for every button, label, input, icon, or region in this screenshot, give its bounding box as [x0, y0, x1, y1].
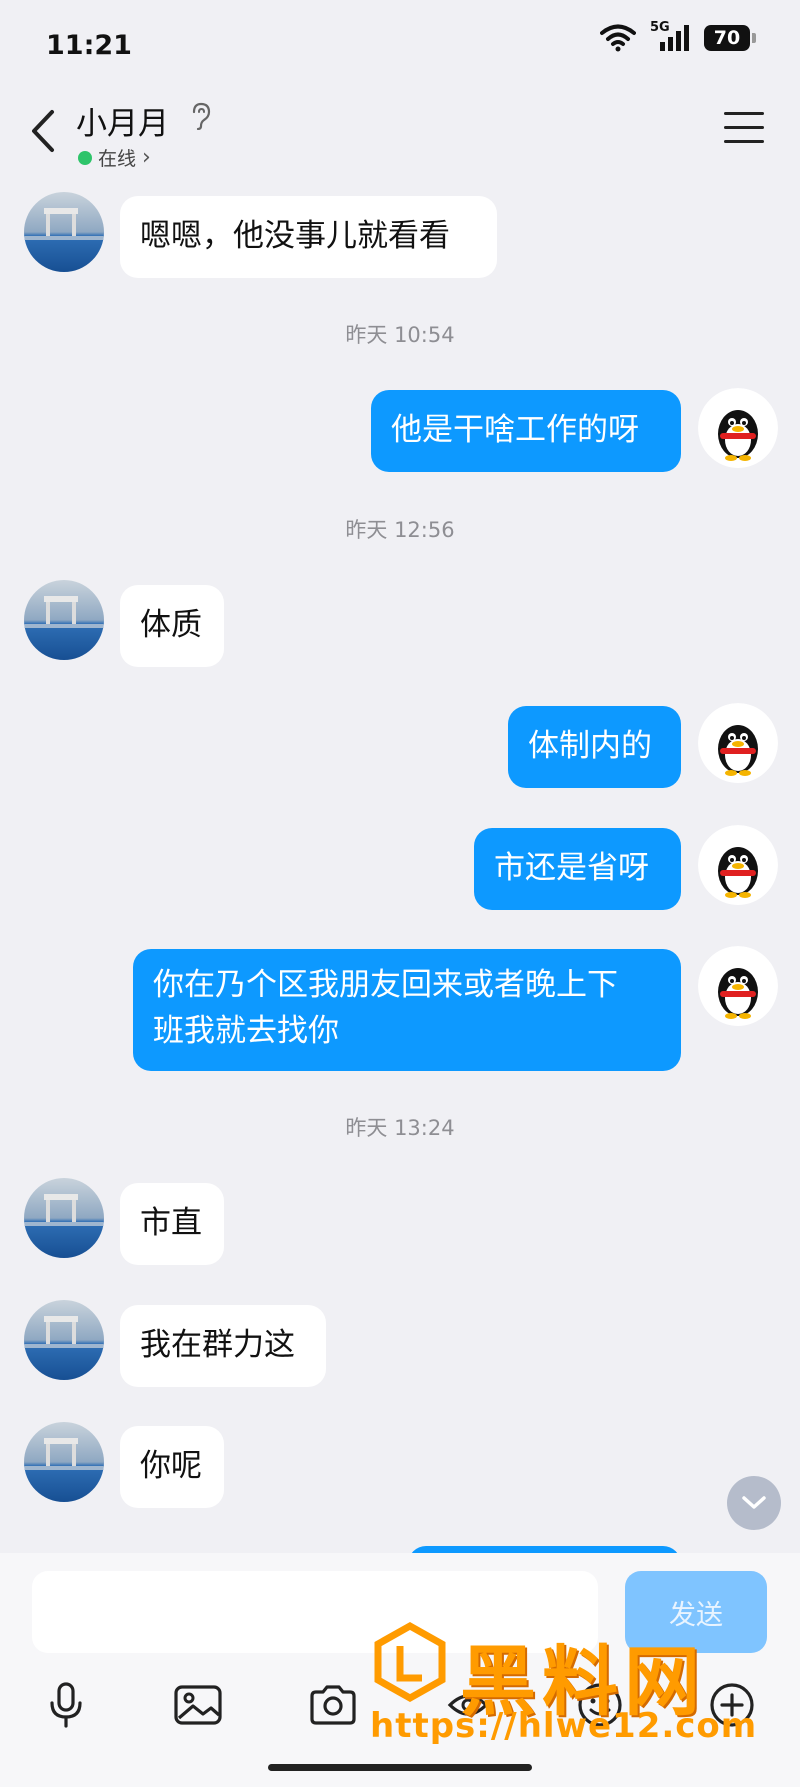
home-indicator — [268, 1764, 532, 1771]
message-bubble-outgoing[interactable]: 市还是省呀 — [474, 828, 681, 910]
camera-icon — [310, 1685, 356, 1725]
watermark: 黑料网 https://hlwe12.com — [370, 1620, 790, 1770]
chat-header: 小月月 在线 › — [0, 92, 800, 180]
message-bubble-incoming[interactable]: 市直 — [120, 1183, 224, 1265]
clock: 11:21 — [46, 30, 132, 61]
contact-avatar[interactable] — [24, 1300, 104, 1380]
watermark-url: https://hlwe12.com — [370, 1706, 758, 1746]
message-line: 你在乃个区我朋友回来或者晚上下 — [153, 967, 618, 1003]
status-icons: 5G 70 — [600, 20, 756, 52]
online-status-label: 在线 — [98, 148, 137, 170]
menu-icon[interactable] — [724, 112, 764, 146]
message-bubble-incoming[interactable]: 你呢 — [120, 1426, 224, 1508]
online-dot-icon — [78, 150, 92, 165]
status-bar: 11:21 5G 70 — [0, 0, 800, 90]
message-bubble-outgoing[interactable]: 体制内的 — [508, 706, 681, 788]
contact-avatar[interactable] — [24, 192, 104, 272]
timestamp: 昨天 10:54 — [345, 323, 455, 347]
back-arrow-icon[interactable] — [24, 106, 64, 156]
contact-avatar[interactable] — [24, 580, 104, 660]
photo-button[interactable] — [168, 1675, 228, 1735]
my-avatar-penguin[interactable] — [698, 946, 778, 1026]
contact-avatar[interactable] — [24, 1178, 104, 1258]
message-bubble-incoming[interactable]: 体质 — [120, 585, 224, 667]
chevron-right-icon: › — [142, 145, 151, 170]
message-line: 班我就去找你 — [153, 1013, 339, 1049]
ear-icon[interactable] — [190, 102, 212, 130]
wifi-icon — [600, 24, 636, 52]
timestamp: 昨天 13:24 — [345, 1116, 455, 1140]
my-avatar-penguin[interactable] — [698, 388, 778, 468]
watermark-logo-icon — [374, 1622, 446, 1702]
contact-avatar[interactable] — [24, 1422, 104, 1502]
battery-icon: 70 — [704, 25, 756, 51]
online-status[interactable]: 在线 › — [78, 144, 151, 171]
my-avatar-penguin[interactable] — [698, 703, 778, 783]
message-bubble-incoming[interactable]: 嗯嗯，他没事儿就看看 — [120, 196, 497, 278]
microphone-icon — [50, 1682, 82, 1728]
scroll-to-bottom-button[interactable] — [727, 1476, 781, 1530]
message-bubble-outgoing[interactable]: 你在乃个区我朋友回来或者晚上下 班我就去找你 — [133, 949, 681, 1071]
message-bubble-outgoing[interactable]: 他是干啥工作的呀 — [371, 390, 681, 472]
image-icon — [174, 1685, 222, 1725]
voice-button[interactable] — [36, 1675, 96, 1735]
contact-name[interactable]: 小月月 — [76, 98, 169, 143]
timestamp: 昨天 12:56 — [345, 518, 455, 542]
message-bubble-incoming[interactable]: 我在群力这 — [120, 1305, 326, 1387]
chevron-down-icon — [742, 1496, 766, 1509]
my-avatar-penguin[interactable] — [698, 825, 778, 905]
camera-button[interactable] — [303, 1675, 363, 1735]
signal-icon: 5G — [650, 20, 690, 52]
